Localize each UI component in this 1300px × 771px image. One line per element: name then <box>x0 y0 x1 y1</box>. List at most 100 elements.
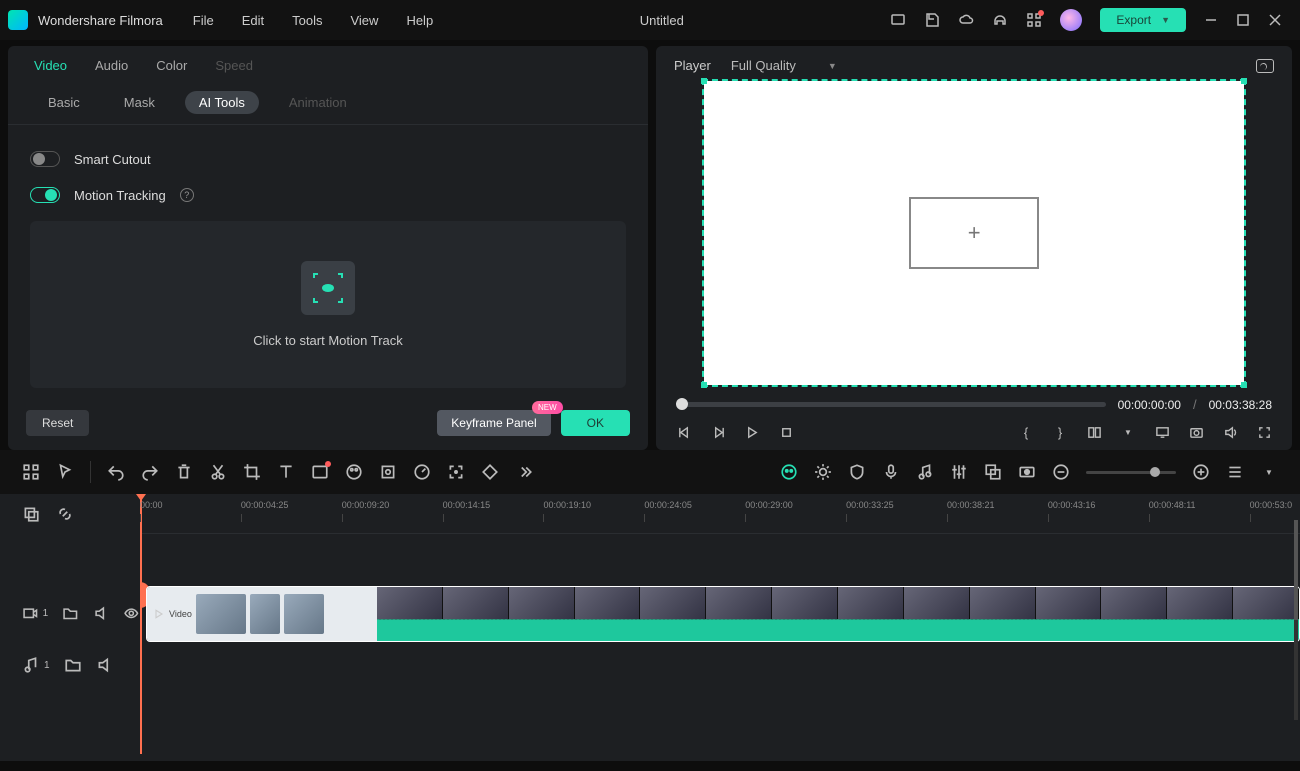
screenshot-button[interactable] <box>311 463 329 481</box>
copy-icon[interactable] <box>22 505 40 523</box>
minimize-icon[interactable] <box>1204 13 1218 27</box>
zoom-slider[interactable] <box>1086 471 1176 474</box>
mixer-icon[interactable] <box>950 463 968 481</box>
stop-button[interactable] <box>778 424 794 440</box>
redo-button[interactable] <box>141 463 159 481</box>
text-button[interactable] <box>277 463 295 481</box>
speed-button[interactable] <box>413 463 431 481</box>
menu-file[interactable]: File <box>193 13 214 28</box>
save-icon[interactable] <box>924 12 940 28</box>
tracker-target-box[interactable]: + <box>909 197 1039 269</box>
effects-icon[interactable] <box>814 463 832 481</box>
audio-track-body[interactable] <box>140 644 1300 686</box>
help-icon[interactable]: ? <box>180 188 194 202</box>
ai-portrait-icon[interactable] <box>780 463 798 481</box>
apps-icon[interactable] <box>1026 12 1042 28</box>
preview-canvas[interactable]: + <box>704 81 1244 385</box>
zoom-out-button[interactable] <box>1052 463 1070 481</box>
corner-handle[interactable] <box>1241 382 1247 388</box>
corner-handle[interactable] <box>1241 78 1247 84</box>
reset-button[interactable]: Reset <box>26 410 89 436</box>
record-icon[interactable] <box>1018 463 1036 481</box>
fullscreen-icon[interactable] <box>1256 424 1272 440</box>
app-name: Wondershare Filmora <box>38 13 163 28</box>
display-icon[interactable] <box>890 12 906 28</box>
zoom-in-button[interactable] <box>1192 463 1210 481</box>
tab-video[interactable]: Video <box>34 58 67 73</box>
corner-handle[interactable] <box>701 382 707 388</box>
maximize-icon[interactable] <box>1236 13 1250 27</box>
subtab-basic[interactable]: Basic <box>34 91 94 114</box>
keyframe-panel-button[interactable]: Keyframe Panel NEW <box>437 410 550 436</box>
focus-button[interactable] <box>447 463 465 481</box>
crop-button[interactable] <box>243 463 261 481</box>
cursor-icon[interactable] <box>56 463 74 481</box>
smart-cutout-label: Smart Cutout <box>74 152 151 167</box>
motion-tracking-toggle[interactable] <box>30 187 60 203</box>
chevron-down-icon[interactable]: ▼ <box>1260 463 1278 481</box>
video-track-body[interactable]: Video <box>140 582 1300 644</box>
quality-select[interactable]: Full Quality ▼ <box>731 58 837 73</box>
close-icon[interactable] <box>1268 13 1282 27</box>
snapshot-icon[interactable] <box>1256 59 1274 73</box>
document-title: Untitled <box>433 13 890 28</box>
menu-view[interactable]: View <box>350 13 378 28</box>
shield-icon[interactable] <box>848 463 866 481</box>
play-button[interactable] <box>744 424 760 440</box>
scrub-bar[interactable] <box>676 402 1106 407</box>
export-button[interactable]: Export ▼ <box>1100 8 1186 32</box>
mark-out-button[interactable]: } <box>1052 424 1068 440</box>
smart-cutout-toggle[interactable] <box>30 151 60 167</box>
layout-button[interactable] <box>1086 424 1102 440</box>
clip-head: Video <box>147 587 377 641</box>
folder-icon[interactable] <box>62 604 79 622</box>
subtab-ai-tools[interactable]: AI Tools <box>185 91 259 114</box>
scrub-handle[interactable] <box>676 398 688 410</box>
tab-color[interactable]: Color <box>156 58 187 73</box>
cut-button[interactable] <box>209 463 227 481</box>
ok-button[interactable]: OK <box>561 410 630 436</box>
list-view-icon[interactable] <box>1226 463 1244 481</box>
grid-icon[interactable] <box>22 463 40 481</box>
link-icon[interactable] <box>56 505 74 523</box>
timeline-scrollbar[interactable] <box>1294 520 1298 720</box>
display-preview-button[interactable] <box>1154 424 1170 440</box>
overlay-icon[interactable] <box>984 463 1002 481</box>
video-track-row: 1 Video <box>0 582 1300 644</box>
cloud-icon[interactable] <box>958 12 974 28</box>
mute-icon[interactable] <box>93 604 110 622</box>
palette-button[interactable] <box>345 463 363 481</box>
timeline-head-tools <box>0 494 140 534</box>
timeline-ruler[interactable]: 00:0000:00:04:2500:00:09:2000:00:14:1500… <box>140 494 1300 534</box>
folder-icon[interactable] <box>64 656 82 674</box>
mute-icon[interactable] <box>96 656 114 674</box>
user-avatar-icon[interactable] <box>1060 9 1082 31</box>
menu-edit[interactable]: Edit <box>242 13 264 28</box>
camera-icon[interactable] <box>1188 424 1204 440</box>
keyframe-icon[interactable] <box>481 463 499 481</box>
prev-frame-button[interactable] <box>676 424 692 440</box>
menu-tools[interactable]: Tools <box>292 13 322 28</box>
tab-audio[interactable]: Audio <box>95 58 128 73</box>
ruler-tick: 00:00:24:05 <box>644 500 692 510</box>
tabs-primary: Video Audio Color Speed <box>8 46 648 85</box>
mark-in-button[interactable]: { <box>1018 424 1034 440</box>
sticker-button[interactable] <box>379 463 397 481</box>
menu-help[interactable]: Help <box>406 13 433 28</box>
volume-icon[interactable] <box>1222 424 1238 440</box>
audio-track-head: 1 <box>0 656 140 674</box>
chevron-down-icon[interactable]: ▼ <box>1120 424 1136 440</box>
mic-icon[interactable] <box>882 463 900 481</box>
chevron-down-icon: ▼ <box>828 61 837 71</box>
next-frame-button[interactable] <box>710 424 726 440</box>
subtab-mask[interactable]: Mask <box>110 91 169 114</box>
delete-button[interactable] <box>175 463 193 481</box>
video-clip[interactable]: Video <box>146 586 1300 642</box>
motion-track-button[interactable] <box>301 261 355 315</box>
corner-handle[interactable] <box>701 78 707 84</box>
eye-icon[interactable] <box>123 604 140 622</box>
music-icon[interactable] <box>916 463 934 481</box>
headphones-icon[interactable] <box>992 12 1008 28</box>
more-button[interactable] <box>515 463 533 481</box>
undo-button[interactable] <box>107 463 125 481</box>
